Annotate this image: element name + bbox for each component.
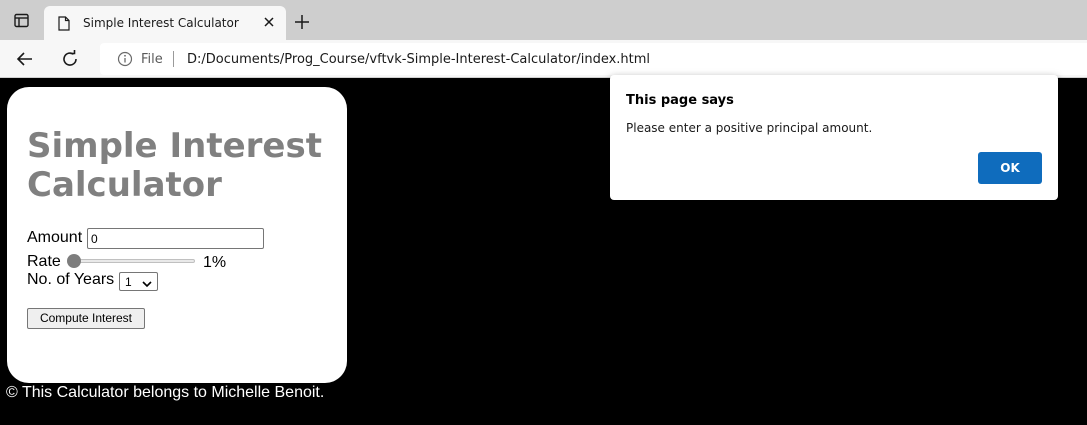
reload-icon[interactable]	[60, 49, 80, 74]
ok-button[interactable]: OK	[978, 152, 1042, 184]
rate-slider-track	[71, 259, 195, 263]
browser-toolbar: File D:/Documents/Prog_Course/vftvk-Simp…	[0, 40, 1087, 78]
amount-input[interactable]	[87, 228, 264, 249]
tab-simple-interest-calculator[interactable]: Simple Interest Calculator	[44, 6, 286, 40]
address-separator	[173, 51, 174, 67]
years-select[interactable]: 1	[119, 272, 158, 291]
info-icon[interactable]	[117, 51, 133, 72]
rate-label: Rate	[27, 253, 61, 270]
rate-slider-thumb[interactable]	[67, 254, 81, 268]
close-tab-icon[interactable]	[261, 14, 277, 30]
rate-slider[interactable]	[67, 254, 195, 268]
page-title: Simple Interest Calculator	[27, 126, 322, 205]
amount-label: Amount	[27, 229, 83, 246]
new-tab-plus-icon[interactable]	[294, 14, 310, 30]
url-text[interactable]: D:/Documents/Prog_Course/vftvk-Simple-In…	[187, 52, 650, 67]
alert-title: This page says	[626, 93, 734, 108]
page-icon	[58, 16, 70, 36]
calculator-card: Simple Interest Calculator Amount Rate 1…	[7, 87, 347, 383]
years-label: No. of Years	[27, 271, 115, 288]
footer-copyright: © This Calculator belongs to Michelle Be…	[6, 384, 325, 401]
tab-title: Simple Interest Calculator	[83, 16, 239, 30]
years-selected-value: 1	[125, 275, 132, 289]
tab-actions-icon[interactable]	[12, 13, 32, 29]
compute-interest-button[interactable]: Compute Interest	[27, 308, 145, 329]
rate-value: 1%	[203, 254, 227, 271]
alert-dialog: This page says Please enter a positive p…	[610, 75, 1058, 200]
alert-message: Please enter a positive principal amount…	[626, 121, 873, 135]
address-scheme-label: File	[141, 52, 163, 67]
chevron-down-icon	[142, 277, 152, 291]
address-bar[interactable]: File D:/Documents/Prog_Course/vftvk-Simp…	[100, 43, 1087, 75]
back-arrow-icon[interactable]	[15, 49, 35, 74]
browser-tab-bar: Simple Interest Calculator	[0, 0, 1087, 40]
